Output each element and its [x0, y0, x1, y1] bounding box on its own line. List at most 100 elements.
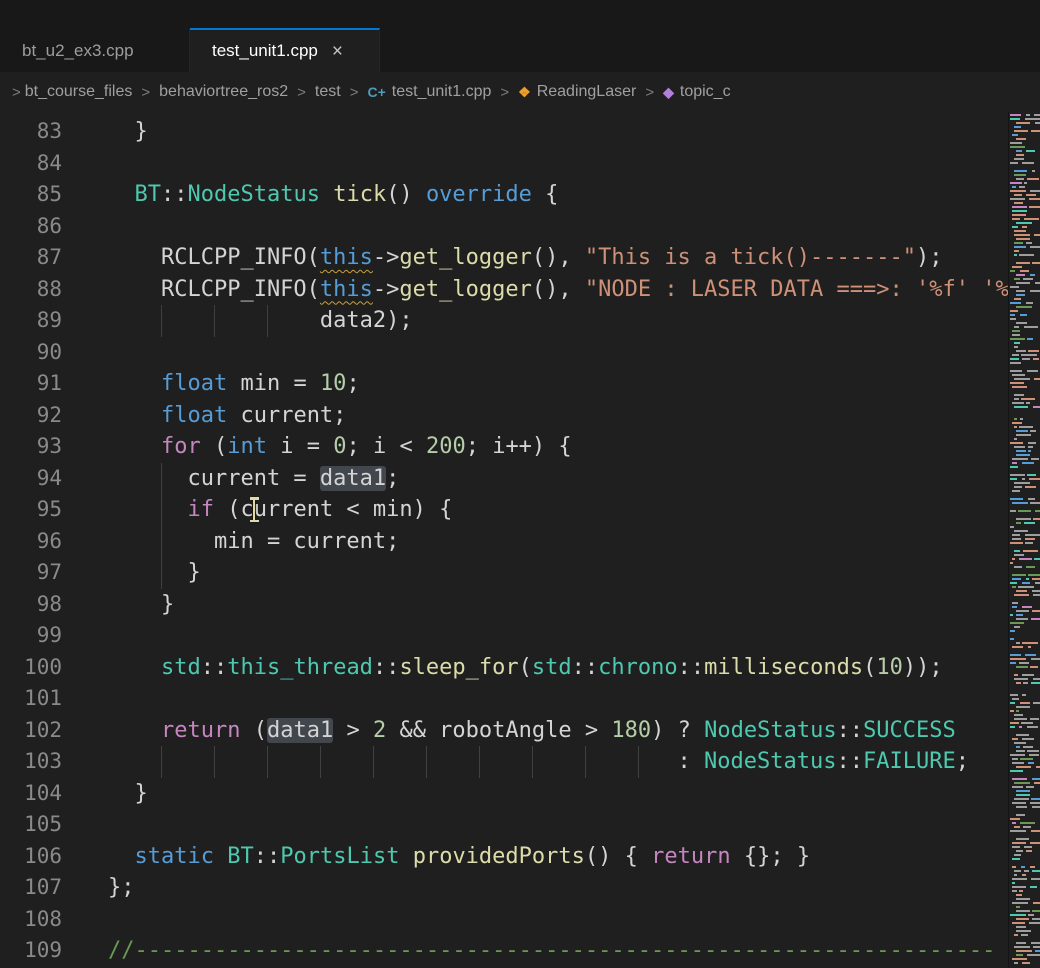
breadcrumb-item-method[interactable]: ◆ topic_c [663, 83, 730, 101]
code-text[interactable] [108, 620, 1008, 652]
code-text[interactable] [108, 683, 1008, 715]
code-line[interactable]: 83 } [0, 116, 1008, 148]
line-number[interactable]: 93 [0, 431, 62, 463]
code-line[interactable]: 96 min = current; [0, 526, 1008, 558]
code-text[interactable]: RCLCPP_INFO(this->get_logger(), "This is… [108, 242, 1008, 274]
code-text[interactable]: } [108, 557, 1008, 589]
code-text[interactable]: float min = 10; [108, 368, 1008, 400]
line-number[interactable]: 99 [0, 620, 62, 652]
breadcrumb-item-behaviortree_ros2[interactable]: behaviortree_ros2 [159, 83, 288, 101]
line-number[interactable]: 92 [0, 400, 62, 432]
code-text[interactable]: return (data1 > 2 && robotAngle > 180) ?… [108, 715, 1008, 747]
close-tab-icon[interactable]: × [332, 42, 343, 61]
code-text[interactable]: current = data1; [108, 463, 1008, 495]
code-text[interactable]: std::this_thread::sleep_for(std::chrono:… [108, 652, 1008, 684]
code-line[interactable]: 102 return (data1 > 2 && robotAngle > 18… [0, 715, 1008, 747]
code-line[interactable]: 87 RCLCPP_INFO(this->get_logger(), "This… [0, 242, 1008, 274]
code-line[interactable]: 103 : NodeStatus::FAILURE; [0, 746, 1008, 778]
line-number[interactable]: 94 [0, 463, 62, 495]
line-number[interactable]: 104 [0, 778, 62, 810]
code-text[interactable]: } [108, 116, 1008, 148]
code-text[interactable]: float current; [108, 400, 1008, 432]
code-line[interactable]: 109 //-----------------------------------… [0, 935, 1008, 967]
code-area[interactable]: 83 }8485 BT::NodeStatus tick() override … [0, 112, 1008, 968]
line-number[interactable]: 83 [0, 116, 62, 148]
code-line[interactable]: 84 [0, 148, 1008, 180]
minimap-line [1009, 894, 1040, 896]
code-line[interactable]: 89 data2); [0, 305, 1008, 337]
line-number[interactable]: 103 [0, 746, 62, 778]
line-number[interactable]: 90 [0, 337, 62, 369]
code-text[interactable]: if (current < min) { [108, 494, 1008, 526]
line-number[interactable]: 100 [0, 652, 62, 684]
code-text[interactable]: } [108, 589, 1008, 621]
line-number[interactable]: 95 [0, 494, 62, 526]
code-line[interactable]: 100 std::this_thread::sleep_for(std::chr… [0, 652, 1008, 684]
line-number[interactable]: 91 [0, 368, 62, 400]
code-line[interactable]: 93 for (int i = 0; i < 200; i++) { [0, 431, 1008, 463]
line-number[interactable]: 102 [0, 715, 62, 747]
line-number[interactable]: 108 [0, 904, 62, 936]
code-text[interactable]: static BT::PortsList providedPorts() { r… [108, 841, 1008, 873]
code-line[interactable]: 90 [0, 337, 1008, 369]
line-number[interactable]: 84 [0, 148, 62, 180]
line-number[interactable]: 85 [0, 179, 62, 211]
code-text[interactable] [108, 148, 1008, 180]
line-number[interactable]: 88 [0, 274, 62, 306]
indent-guide [161, 305, 162, 337]
line-number[interactable]: 89 [0, 305, 62, 337]
code-line[interactable]: 104 } [0, 778, 1008, 810]
breadcrumb-item-bt_course_files[interactable]: bt_course_files [25, 83, 133, 101]
code-line[interactable]: 97 } [0, 557, 1008, 589]
minimap-line [1009, 606, 1040, 608]
line-number[interactable]: 98 [0, 589, 62, 621]
line-number[interactable]: 107 [0, 872, 62, 904]
code-text[interactable]: data2); [108, 305, 1008, 337]
code-line[interactable]: 86 [0, 211, 1008, 243]
code-text[interactable]: }; [108, 872, 1008, 904]
breadcrumb-item-test[interactable]: test [315, 83, 341, 101]
code-line[interactable]: 98 } [0, 589, 1008, 621]
minimap[interactable] [1008, 112, 1040, 968]
code-line[interactable]: 92 float current; [0, 400, 1008, 432]
code-line[interactable]: 99 [0, 620, 1008, 652]
code-text[interactable]: min = current; [108, 526, 1008, 558]
code-text[interactable]: for (int i = 0; i < 200; i++) { [108, 431, 1008, 463]
code-text[interactable] [108, 904, 1008, 936]
code-text[interactable] [108, 809, 1008, 841]
minimap-line [1009, 666, 1040, 668]
breadcrumb-item-file[interactable]: C+ test_unit1.cpp [367, 83, 491, 101]
code-line[interactable]: 94 current = data1; [0, 463, 1008, 495]
code-text[interactable]: RCLCPP_INFO(this->get_logger(), "NODE : … [108, 274, 1008, 306]
code-line[interactable]: 88 RCLCPP_INFO(this->get_logger(), "NODE… [0, 274, 1008, 306]
line-number[interactable]: 101 [0, 683, 62, 715]
code-line[interactable]: 106 static BT::PortsList providedPorts()… [0, 841, 1008, 873]
code-line[interactable]: 85 BT::NodeStatus tick() override { [0, 179, 1008, 211]
code-line[interactable]: 101 [0, 683, 1008, 715]
code-text[interactable] [108, 337, 1008, 369]
minimap-line [1009, 826, 1040, 828]
breadcrumb-item-class[interactable]: ❖ ReadingLaser [518, 83, 636, 101]
line-number[interactable]: 97 [0, 557, 62, 589]
code-text[interactable] [108, 211, 1008, 243]
code-text[interactable]: } [108, 778, 1008, 810]
minimap-line [1009, 246, 1040, 248]
code-line[interactable]: 105 [0, 809, 1008, 841]
line-number[interactable]: 105 [0, 809, 62, 841]
code-text[interactable]: : NodeStatus::FAILURE; [108, 746, 1008, 778]
code-line[interactable]: 107}; [0, 872, 1008, 904]
line-number[interactable]: 96 [0, 526, 62, 558]
code-line[interactable]: 91 float min = 10; [0, 368, 1008, 400]
code-line[interactable]: 108 [0, 904, 1008, 936]
code-text[interactable]: //--------------------------------------… [108, 935, 1008, 967]
tab-bt_u2_ex3[interactable]: bt_u2_ex3.cpp [0, 28, 190, 72]
code-text[interactable]: BT::NodeStatus tick() override { [108, 179, 1008, 211]
line-number[interactable]: 109 [0, 935, 62, 967]
minimap-line [1009, 214, 1040, 216]
line-number[interactable]: 87 [0, 242, 62, 274]
code-line[interactable]: 95 if (current < min) { [0, 494, 1008, 526]
code-token: )); [903, 655, 943, 680]
line-number[interactable]: 86 [0, 211, 62, 243]
line-number[interactable]: 106 [0, 841, 62, 873]
tab-test_unit1[interactable]: test_unit1.cpp × [190, 28, 380, 72]
